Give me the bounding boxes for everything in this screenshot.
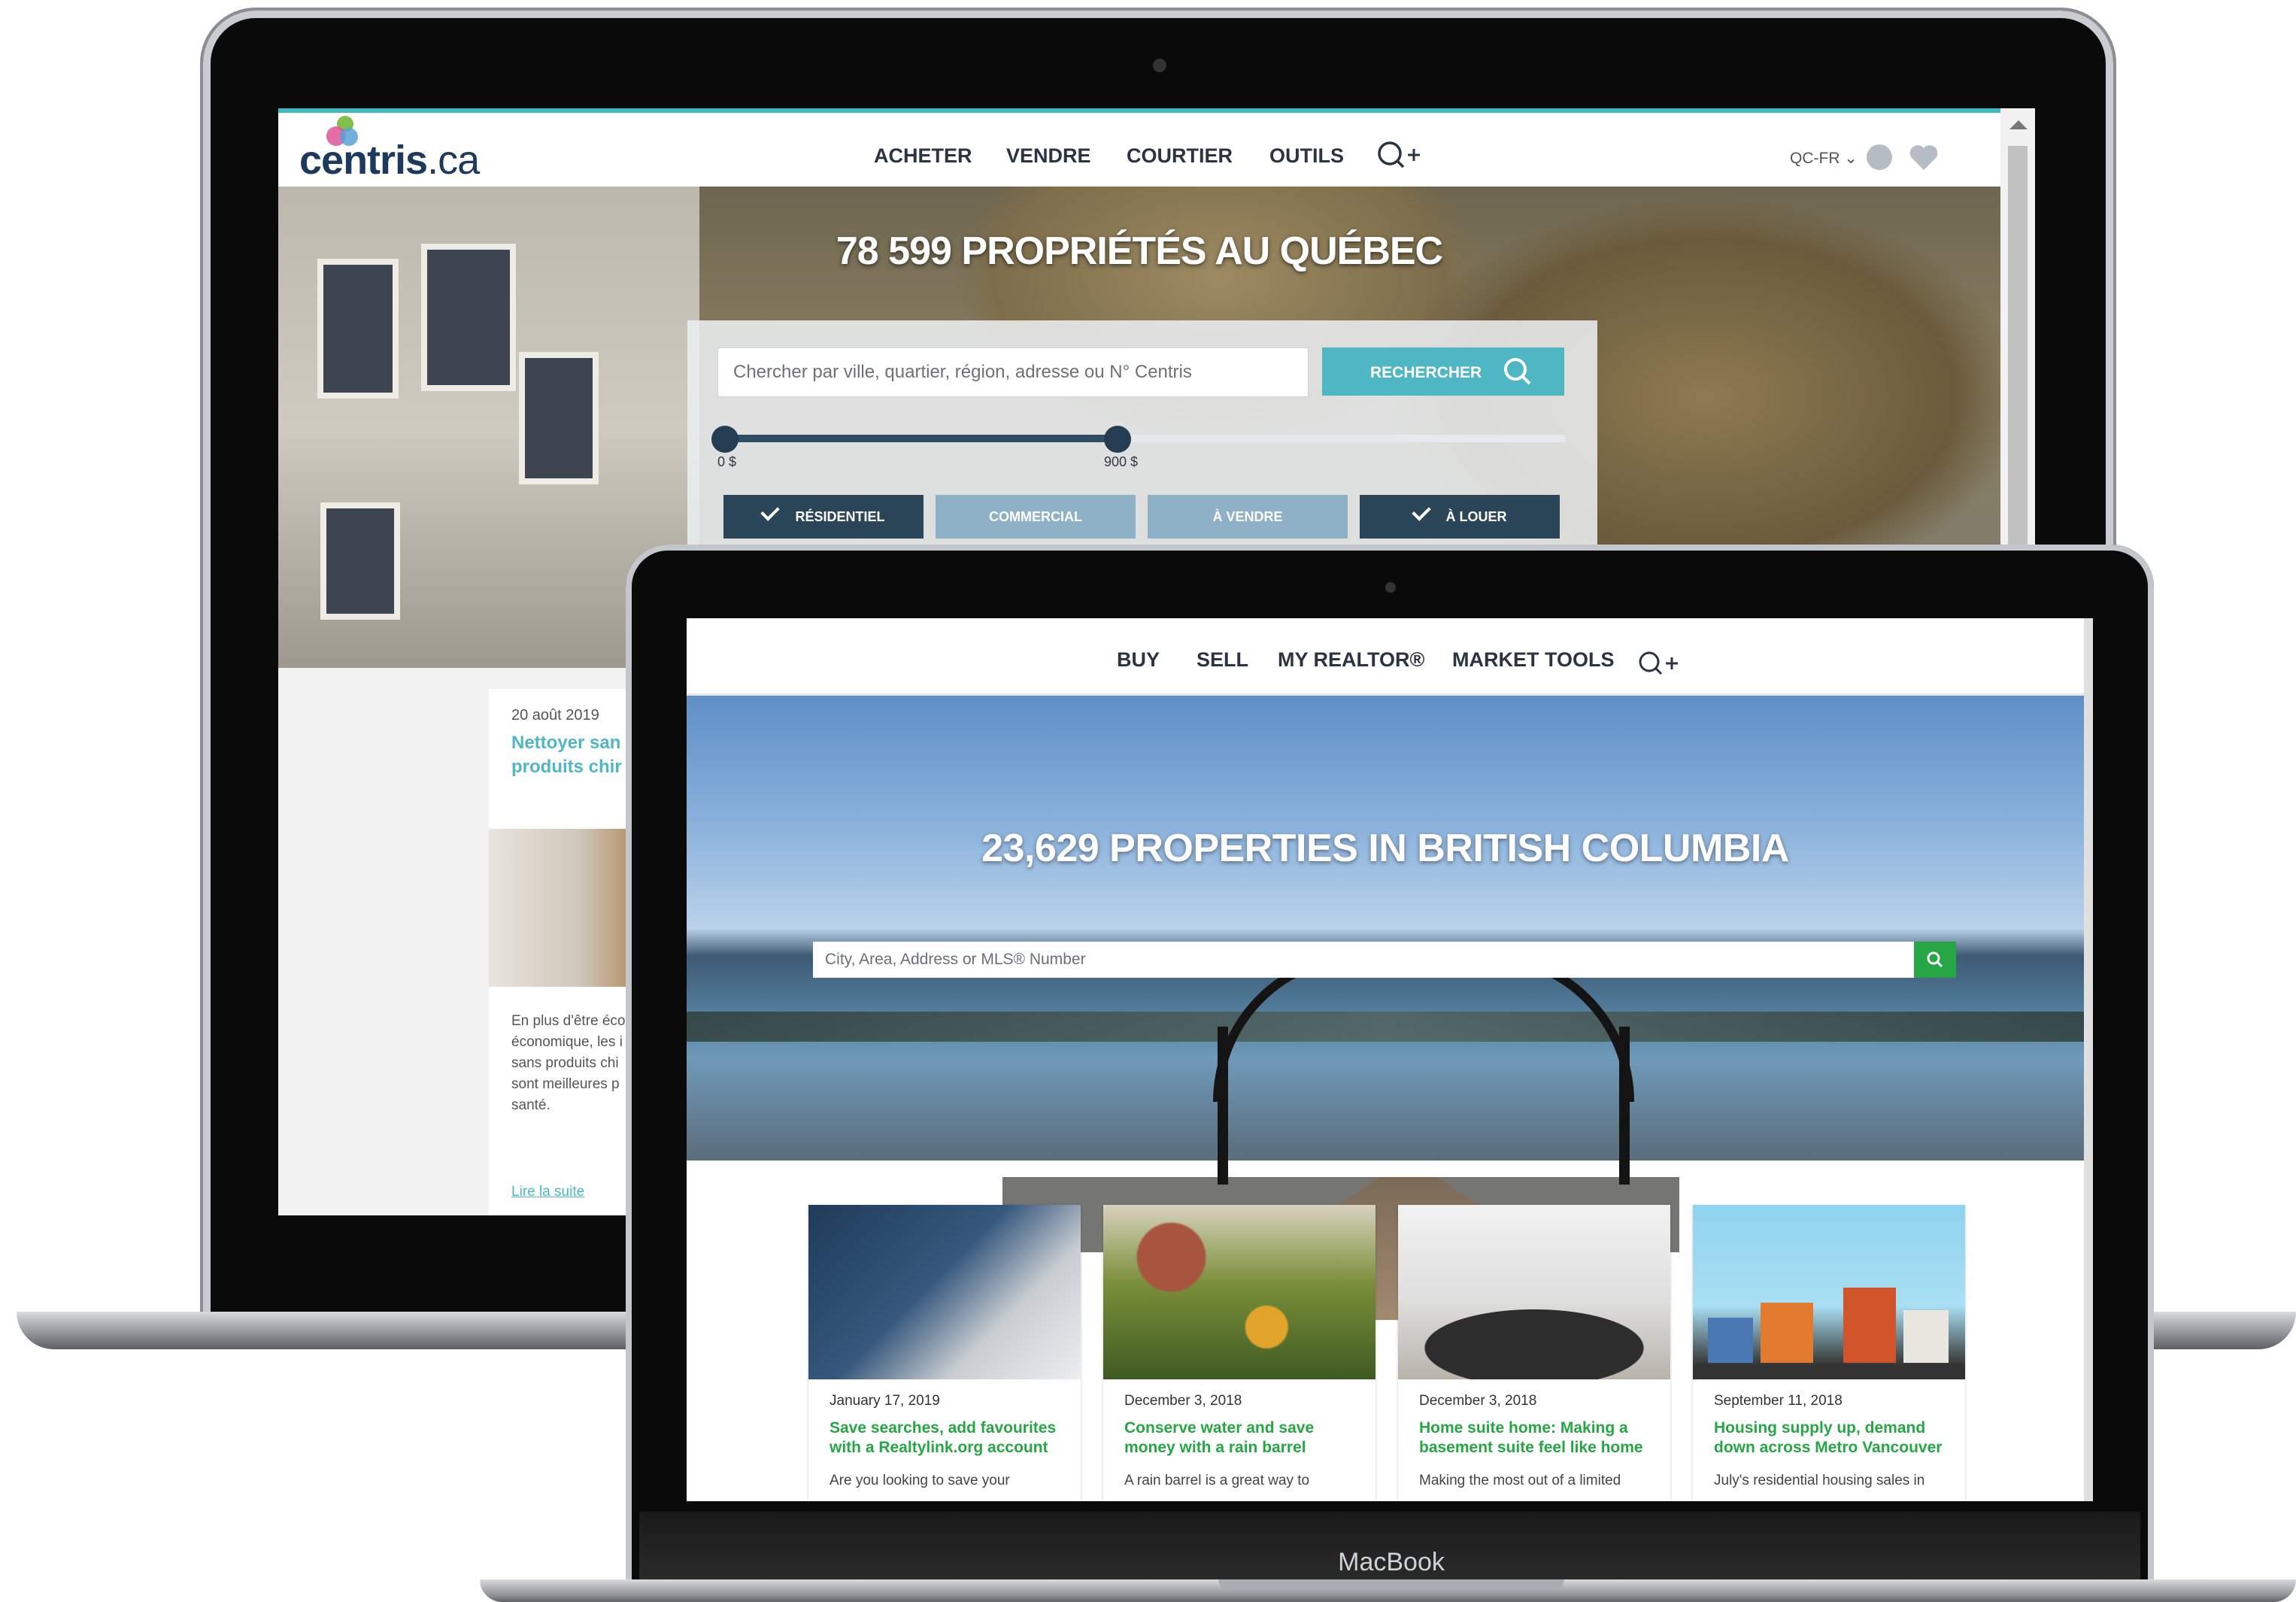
nav-acheter[interactable]: ACHETER bbox=[874, 144, 972, 168]
article-title[interactable]: Save searches, add favourites with a Rea… bbox=[830, 1418, 1067, 1458]
search-button-label: RECHERCHER bbox=[1370, 364, 1482, 381]
article-title[interactable]: Conserve water and save money with a rai… bbox=[1124, 1418, 1362, 1458]
hero-arch-post bbox=[1619, 1027, 1630, 1185]
filter-a-vendre[interactable]: À VENDRE bbox=[1148, 495, 1348, 539]
nav-market-tools[interactable]: MARKET TOOLS bbox=[1452, 648, 1615, 672]
filter-commercial[interactable]: COMMERCIAL bbox=[936, 495, 1136, 539]
scroll-up-arrow-icon[interactable] bbox=[2009, 120, 2028, 129]
price-slider-range bbox=[723, 435, 1116, 442]
search-button[interactable] bbox=[1914, 942, 1956, 978]
filter-label: RÉSIDENTIEL bbox=[795, 509, 885, 524]
nav-courtier[interactable]: COURTIER bbox=[1127, 144, 1233, 168]
advanced-search-icon[interactable] bbox=[1376, 138, 1421, 171]
front-laptop-camera bbox=[1385, 582, 1396, 593]
search-icon bbox=[1504, 358, 1531, 385]
article-image bbox=[489, 829, 639, 987]
filter-a-louer[interactable]: À LOUER bbox=[1360, 495, 1560, 539]
heart-icon[interactable] bbox=[1909, 144, 1939, 171]
front-laptop-notch bbox=[1218, 1579, 1564, 1590]
nav-my-realtor[interactable]: MY REALTOR® bbox=[1278, 648, 1424, 672]
article-image bbox=[1693, 1205, 1965, 1379]
nav-vendre[interactable]: VENDRE bbox=[1006, 144, 1091, 168]
filter-label: COMMERCIAL bbox=[989, 509, 1082, 524]
locale-selector[interactable]: QC-FR ⌄ bbox=[1790, 149, 1858, 168]
price-slider-max-handle[interactable] bbox=[1104, 426, 1131, 453]
article-date: December 3, 2018 bbox=[1124, 1393, 1242, 1409]
article-date: January 17, 2019 bbox=[830, 1393, 940, 1409]
search-icon bbox=[1927, 951, 1943, 968]
article-date: September 11, 2018 bbox=[1714, 1393, 1843, 1409]
article-excerpt: Making the most out of a limited bbox=[1419, 1473, 1621, 1488]
user-icon[interactable] bbox=[1867, 144, 1892, 170]
check-icon bbox=[760, 502, 781, 521]
search-button[interactable]: RECHERCHER bbox=[1322, 347, 1564, 396]
article-card[interactable]: December 3, 2018 Home suite home: Making… bbox=[1398, 1205, 1670, 1501]
nav-sell[interactable]: SELL bbox=[1197, 648, 1248, 672]
article-card[interactable]: December 3, 2018 Conserve water and save… bbox=[1103, 1205, 1375, 1501]
article-card[interactable]: January 17, 2019 Save searches, add favo… bbox=[808, 1205, 1081, 1501]
back-laptop-camera bbox=[1153, 59, 1166, 72]
centris-logo[interactable]: centris.ca bbox=[299, 116, 495, 184]
filter-label: À VENDRE bbox=[1212, 509, 1283, 524]
article-date: 20 août 2019 bbox=[511, 707, 599, 724]
article-excerpt: En plus d'être éco économique, les i san… bbox=[511, 1013, 626, 1113]
scrollbar[interactable] bbox=[2084, 618, 2093, 1501]
check-icon bbox=[1411, 502, 1431, 521]
price-slider-min-handle[interactable] bbox=[711, 426, 739, 453]
article-title[interactable]: Home suite home: Making a basement suite… bbox=[1419, 1418, 1657, 1458]
article-excerpt: July's residential housing sales in bbox=[1714, 1473, 1925, 1488]
hero-arch-post bbox=[1218, 1027, 1228, 1185]
logo-brand: centris bbox=[299, 138, 428, 183]
device-brand-label: MacBook bbox=[1338, 1548, 1445, 1576]
front-laptop-screen: BUY SELL MY REALTOR® MARKET TOOLS 23,629… bbox=[687, 618, 2084, 1501]
article-image bbox=[808, 1205, 1081, 1379]
article-title[interactable]: Housing supply up, demand down across Me… bbox=[1714, 1418, 1952, 1458]
nav-buy[interactable]: BUY bbox=[1117, 648, 1160, 672]
hero-title: 23,629 PROPERTIES IN BRITISH COLUMBIA bbox=[981, 827, 1789, 870]
article-image bbox=[1103, 1205, 1375, 1379]
price-min-label: 0 $ bbox=[717, 454, 737, 469]
logo-tld: .ca bbox=[427, 138, 480, 183]
article-read-more-link[interactable]: Lire la suite bbox=[511, 1184, 584, 1200]
article-image bbox=[1398, 1205, 1670, 1379]
price-max-label: 900 $ bbox=[1104, 454, 1139, 469]
filter-label: À LOUER bbox=[1445, 509, 1507, 524]
article-card[interactable]: September 11, 2018 Housing supply up, de… bbox=[1693, 1205, 1965, 1501]
article-date: December 3, 2018 bbox=[1419, 1393, 1537, 1409]
hero-title: 78 599 PROPRIÉTÉS AU QUÉBEC bbox=[836, 229, 1443, 273]
nav-outils[interactable]: OUTILS bbox=[1269, 144, 1344, 168]
article-title[interactable]: Nettoyer san produits chir bbox=[511, 731, 632, 779]
search-input[interactable]: City, Area, Address or MLS® Number bbox=[813, 942, 1914, 978]
article-excerpt: Are you looking to save your bbox=[830, 1473, 1010, 1488]
advanced-search-icon[interactable] bbox=[1637, 648, 1681, 678]
search-input[interactable]: Chercher par ville, quartier, région, ad… bbox=[717, 347, 1309, 397]
filter-residentiel[interactable]: RÉSIDENTIEL bbox=[723, 495, 924, 539]
article-excerpt: A rain barrel is a great way to bbox=[1124, 1473, 1310, 1488]
hero-pier-photo bbox=[687, 696, 2084, 1320]
